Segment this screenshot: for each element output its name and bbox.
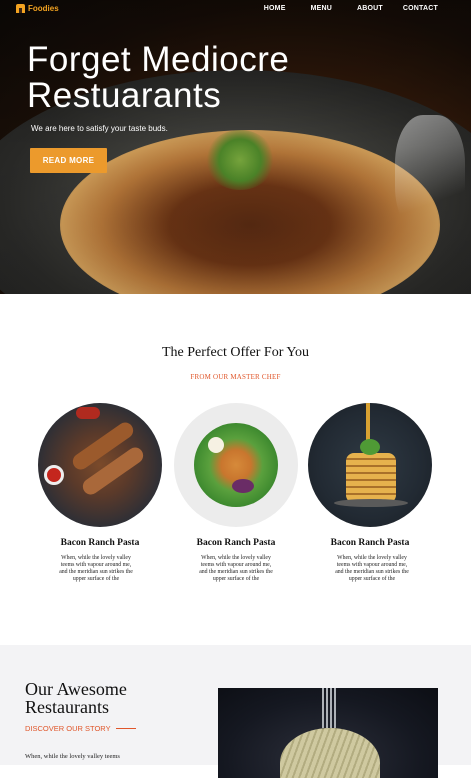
read-more-button[interactable]: READ MORE — [30, 148, 107, 173]
sauce-shape — [44, 465, 64, 485]
hero-section: Foodies HOME MENU ABOUT CONTACT Forget M… — [0, 0, 471, 294]
story-title-line1: Our Awesome — [25, 679, 127, 699]
dish-image-grill[interactable] — [38, 403, 162, 527]
bowl-shape — [194, 423, 278, 507]
leaf-shape — [360, 439, 380, 455]
syrup-shape — [366, 403, 370, 443]
offer-subtitle: FROM OUR MASTER CHEF — [190, 373, 281, 381]
pasta-shape — [280, 728, 380, 778]
dish-description: When, while the lovely valley teems with… — [199, 555, 273, 582]
nav-link-menu[interactable]: MENU — [311, 5, 332, 12]
hero-title-line1: Forget Mediocre — [27, 40, 290, 79]
logo[interactable]: Foodies — [16, 4, 59, 13]
dish-description: When, while the lovely valley teems with… — [59, 555, 133, 582]
story-text: When, while the lovely valley teems — [25, 753, 120, 760]
dish-image-pancakes[interactable] — [308, 403, 432, 527]
plate-shape — [334, 499, 408, 507]
dish-name: Bacon Ranch Pasta — [60, 538, 140, 548]
egg-shape — [208, 437, 224, 453]
hero-subtitle: We are here to satisfy your taste buds. — [31, 124, 168, 133]
discover-story-label: DISCOVER OUR STORY — [25, 724, 111, 733]
dish-name: Bacon Ranch Pasta — [196, 538, 276, 548]
offer-title: The Perfect Offer For You — [161, 345, 310, 360]
story-title-line2: Restaurants — [25, 697, 109, 717]
dish-image-salad-bowl[interactable] — [174, 403, 298, 527]
cabbage-shape — [232, 479, 254, 493]
nav-link-home[interactable]: HOME — [264, 5, 286, 12]
nav-link-about[interactable]: ABOUT — [357, 5, 383, 12]
hero-title: Forget Mediocre Restuarants — [27, 42, 289, 114]
house-icon — [16, 4, 25, 13]
pancake-stack-shape — [346, 453, 396, 503]
hero-title-line2: Restuarants — [27, 76, 222, 115]
story-section: Our Awesome Restaurants DISCOVER OUR STO… — [0, 645, 471, 778]
top-nav: Foodies HOME MENU ABOUT CONTACT — [0, 0, 471, 18]
story-title: Our Awesome Restaurants — [25, 680, 127, 716]
logo-text: Foodies — [28, 4, 59, 13]
nav-links: HOME MENU ABOUT CONTACT — [264, 5, 438, 12]
nav-link-contact[interactable]: CONTACT — [403, 5, 438, 12]
dish-description: When, while the lovely valley teems with… — [335, 555, 409, 582]
discover-story-link[interactable]: DISCOVER OUR STORY — [25, 724, 136, 733]
fork-shape — [322, 688, 338, 728]
accent-line — [115, 728, 136, 729]
dish-name: Bacon Ranch Pasta — [330, 538, 410, 548]
pepper-shape — [76, 407, 100, 419]
